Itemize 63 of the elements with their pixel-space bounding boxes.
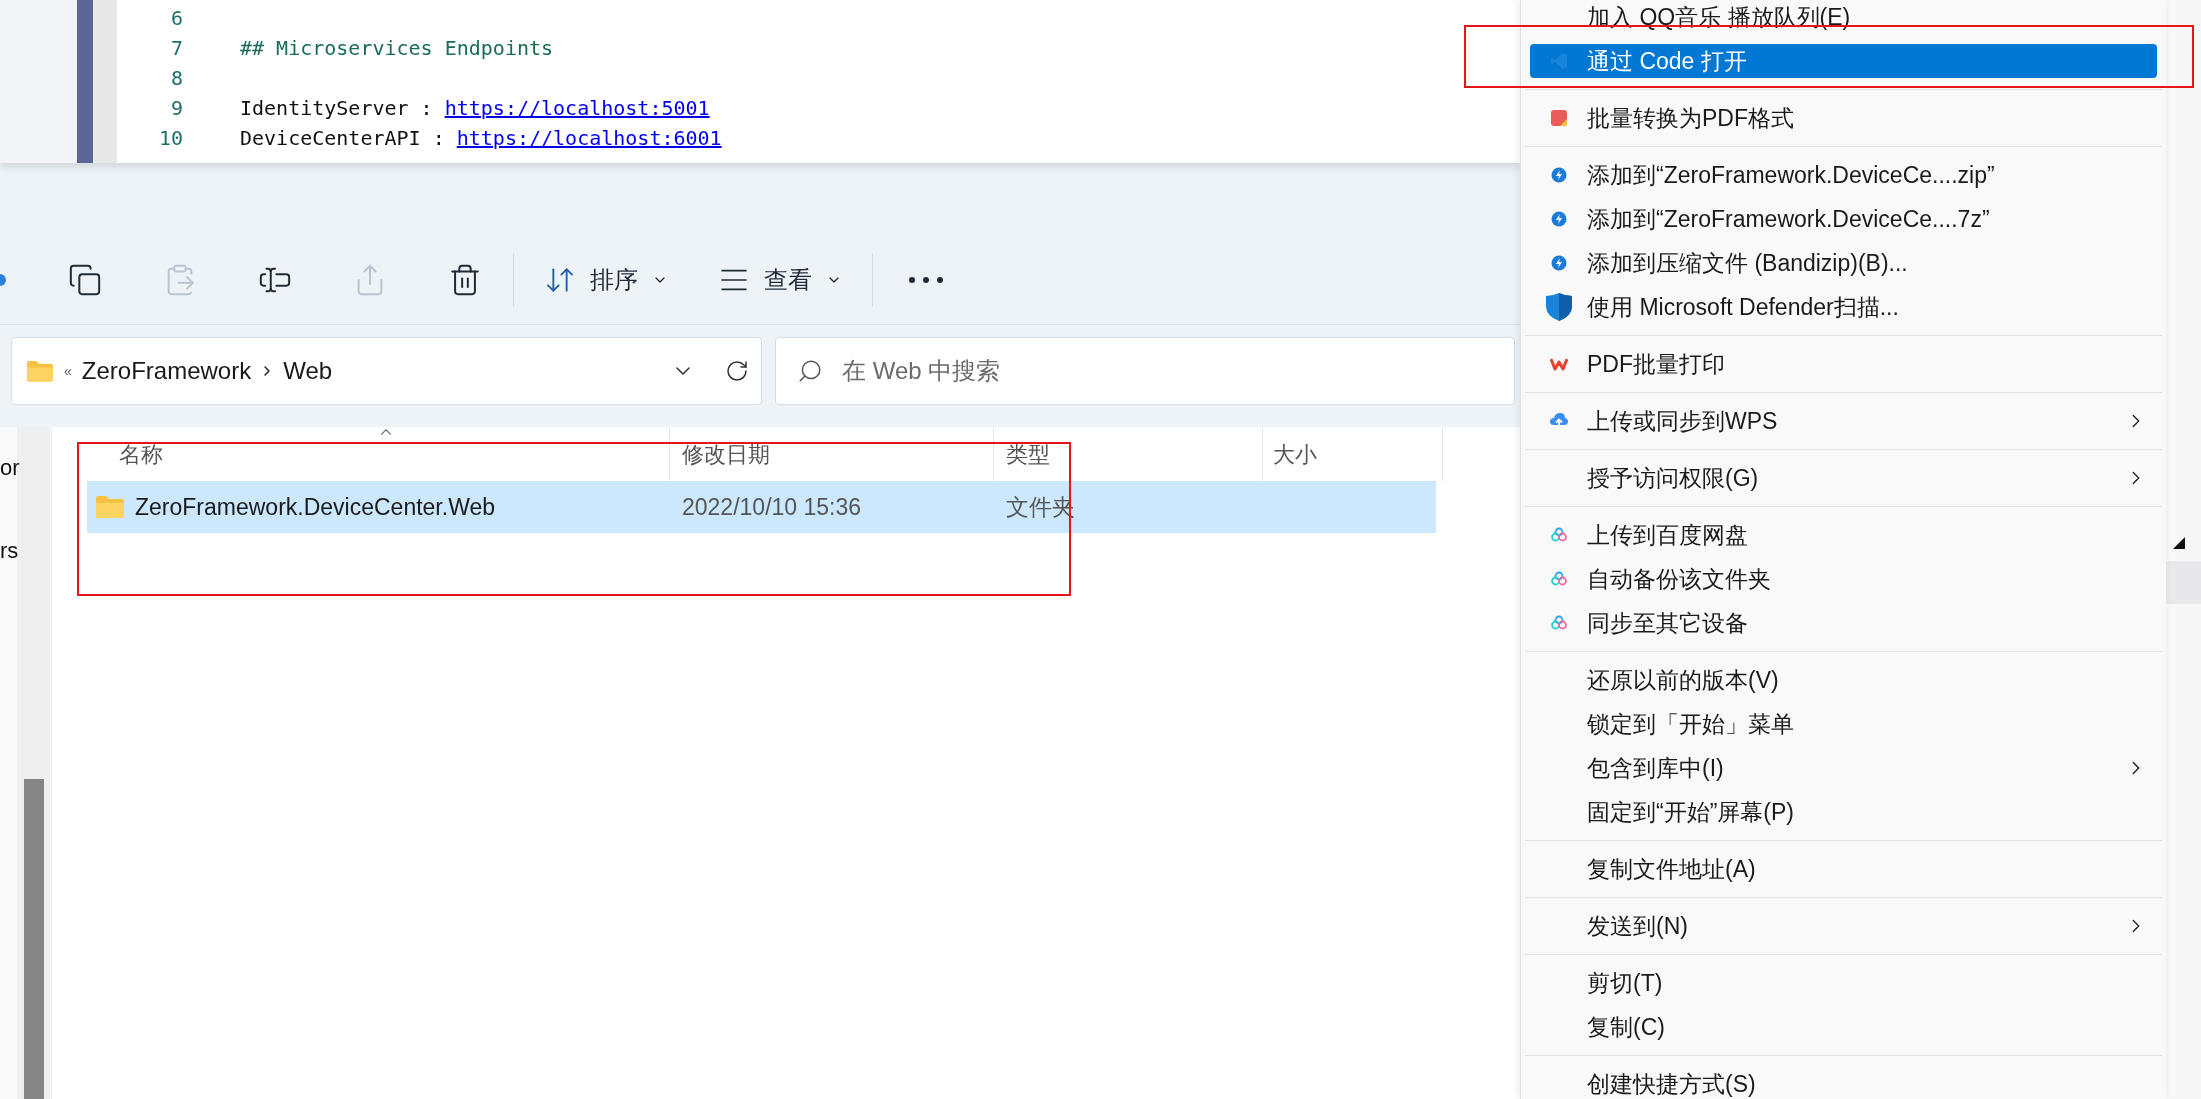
scrollbar-thumb[interactable] xyxy=(24,779,44,1099)
w-logo-icon xyxy=(1549,357,1568,371)
modified-date: 2022/10/10 15:36 xyxy=(681,492,863,522)
zip-icon xyxy=(1550,211,1567,227)
menu-item[interactable]: 创建快捷方式(S) xyxy=(1530,1067,2157,1099)
cloud-upload-icon xyxy=(1548,412,1569,430)
menu-item[interactable]: 上传到百度网盘 xyxy=(1530,518,2157,552)
zip-icon xyxy=(1550,255,1567,271)
menu-item[interactable]: 固定到“开始”屏幕(P) xyxy=(1530,795,2157,829)
nav-item[interactable]: or xyxy=(0,451,20,484)
address-bar[interactable]: « ZeroFramework Web xyxy=(11,337,762,405)
menu-item[interactable]: 复制(C) xyxy=(1530,1010,2157,1044)
menu-item[interactable]: 通过 Code 打开 xyxy=(1530,44,2157,78)
line-number: 9 xyxy=(169,95,183,122)
resize-corner-icon xyxy=(2173,537,2185,549)
menu-item[interactable]: 包含到库中(I) xyxy=(1530,751,2157,785)
folder-icon xyxy=(95,495,125,519)
menu-item[interactable]: 同步至其它设备 xyxy=(1530,606,2157,640)
cloud-rings-icon xyxy=(1549,527,1568,543)
url-link[interactable]: https://localhost:5001 xyxy=(444,96,710,120)
menu-item[interactable]: 还原以前的版本(V) xyxy=(1530,663,2157,697)
menu-item[interactable]: 添加到“ZeroFramework.DeviceCe....zip” xyxy=(1530,158,2157,192)
refresh-icon xyxy=(725,359,749,383)
breadcrumb-item[interactable]: Web xyxy=(283,353,333,389)
search-field[interactable]: 在 Web 中搜索 xyxy=(775,337,1515,405)
copy-icon xyxy=(68,262,102,297)
menu-item[interactable]: 复制文件地址(A) xyxy=(1530,852,2157,886)
menu-item[interactable]: 上传或同步到WPS xyxy=(1530,404,2157,438)
code-line: IdentityServer : https://localhost:5001 xyxy=(240,95,710,122)
pdf-icon xyxy=(1549,109,1568,127)
view-button[interactable]: 查看 xyxy=(708,252,852,307)
menu-item[interactable]: 添加到压缩文件 (Bandizip)(B)... xyxy=(1530,246,2157,280)
code-heading: ## Microservices Endpoints xyxy=(240,35,554,62)
code-line: DeviceCenterAPI : https://localhost:6001 xyxy=(240,125,722,152)
menu-item[interactable]: 发送到(N) xyxy=(1530,909,2157,943)
menu-item[interactable]: 批量转换为PDF格式 xyxy=(1530,101,2157,135)
more-icon xyxy=(909,276,943,283)
zip-icon xyxy=(1550,167,1567,183)
cloud-rings-icon xyxy=(1549,571,1568,587)
line-number: 8 xyxy=(169,65,183,92)
menu-item[interactable]: 锁定到「开始」菜单 xyxy=(1530,707,2157,741)
line-number: 10 xyxy=(157,125,183,152)
toolbar-icon xyxy=(0,272,8,287)
menu-item[interactable]: 授予访问权限(G) xyxy=(1530,461,2157,495)
code-editor-icon xyxy=(1549,52,1568,70)
search-icon xyxy=(797,358,823,384)
nav-item[interactable]: rs xyxy=(0,534,20,567)
line-number: 7 xyxy=(169,35,183,62)
menu-item[interactable]: 添加到“ZeroFramework.DeviceCe....7z” xyxy=(1530,202,2157,236)
breadcrumb-item[interactable]: ZeroFramework xyxy=(81,353,252,389)
url-link[interactable]: https://localhost:6001 xyxy=(456,126,722,150)
menu-item[interactable]: 使用 Microsoft Defender扫描... xyxy=(1530,290,2157,324)
cloud-rings-icon xyxy=(1549,615,1568,631)
menu-item[interactable]: 自动备份该文件夹 xyxy=(1530,562,2157,596)
sort-button[interactable]: 排序 xyxy=(534,252,678,307)
menu-item[interactable]: PDF批量打印 xyxy=(1530,347,2157,381)
menu-item[interactable]: 剪切(T) xyxy=(1530,966,2157,1000)
folder-icon xyxy=(26,359,54,383)
delete-icon xyxy=(448,262,482,297)
overflow-chevron[interactable]: « xyxy=(64,360,72,382)
line-number: 6 xyxy=(169,5,183,32)
shield-icon xyxy=(1544,292,1573,322)
file-name: ZeroFramework.DeviceCenter.Web xyxy=(135,492,496,522)
